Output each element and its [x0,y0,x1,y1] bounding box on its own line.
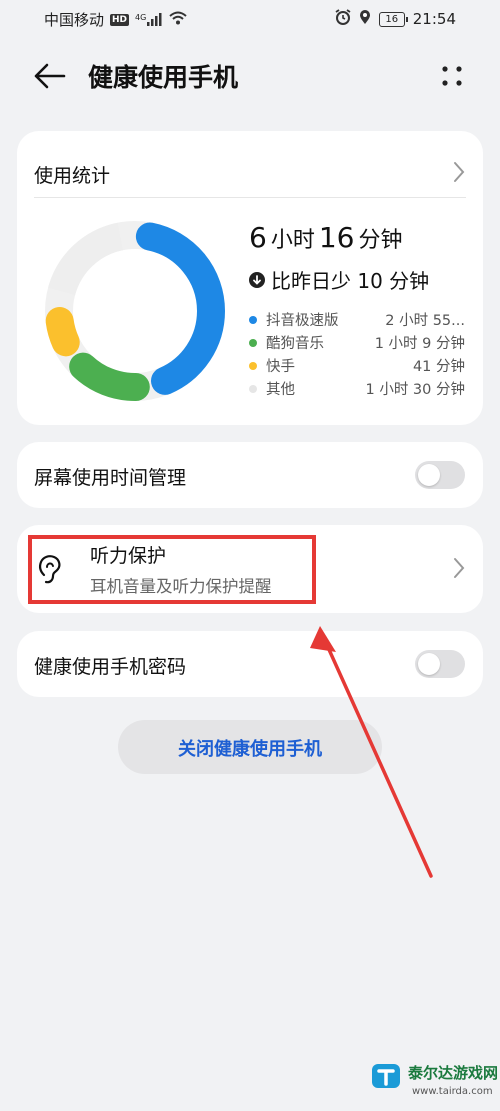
legend-item: 快手 41 分钟 [249,355,465,378]
usage-stats-card[interactable]: 使用统计 6 小时 16 分钟 比昨日少 10 分钟 抖音极速版 2 小时 55...… [17,131,483,425]
watermark-url: www.tairda.com [412,1086,493,1097]
arrow-down-circle-icon [249,271,265,288]
divider [34,197,466,198]
alarm-icon [335,9,351,29]
legend-app-name: 其他 [266,382,295,398]
legend-app-time: 41 分钟 [412,359,465,375]
usage-donut-chart [45,221,225,401]
legend-dot [249,385,257,393]
site-logo-icon [372,1064,400,1088]
hd-badge: HD [110,13,130,26]
legend-dot [249,362,257,370]
signal-icon: 4G [135,13,163,26]
wifi-icon [169,11,187,29]
legend-app-name: 快手 [266,359,295,375]
toggle-knob [418,464,440,486]
usage-legend: 抖音极速版 2 小时 55... 酷狗音乐 1 小时 9 分钟 快手 41 分钟… [249,309,465,401]
health-password-label: 健康使用手机密码 [34,656,187,678]
status-bar: 中国移动 HD 4G 16 21:54 [0,0,500,38]
legend-app-time: 1 小时 9 分钟 [374,336,465,352]
carrier-label: 中国移动 [44,11,105,29]
screen-time-management-row[interactable]: 屏幕使用时间管理 [17,442,483,508]
legend-item: 其他 1 小时 30 分钟 [249,378,465,401]
legend-app-name: 酷狗音乐 [266,336,324,352]
legend-item: 抖音极速版 2 小时 55... [249,309,465,332]
legend-app-name: 抖音极速版 [266,313,339,329]
annotation-arrow [310,626,433,878]
screen-time-label: 屏幕使用时间管理 [34,467,187,489]
page-title: 健康使用手机 [88,63,239,92]
more-dots-icon[interactable] [440,64,464,88]
watermark-name: 泰尔达游戏网 [408,1064,499,1082]
clock-time: 21:54 [412,10,456,28]
screen-time-toggle[interactable] [415,461,465,489]
legend-dot [249,339,257,347]
legend-app-time: 1 小时 30 分钟 [365,382,465,398]
highlight-box [28,535,316,604]
total-usage-time: 6 小时 16 分钟 [249,221,403,254]
watermark: 泰尔达游戏网 www.tairda.com [368,1056,499,1108]
chevron-right-icon[interactable] [453,557,465,583]
legend-dot [249,316,257,324]
usage-delta: 比昨日少 10 分钟 [249,265,429,294]
usage-stats-heading: 使用统计 [34,165,111,187]
legend-item: 酷狗音乐 1 小时 9 分钟 [249,332,465,355]
location-icon [359,9,371,29]
back-arrow-icon[interactable] [32,60,68,92]
chevron-right-icon[interactable] [453,161,465,187]
app-bar: 健康使用手机 [0,46,500,106]
battery-icon: 16 [378,11,408,27]
legend-app-time: 2 小时 55... [385,313,465,329]
